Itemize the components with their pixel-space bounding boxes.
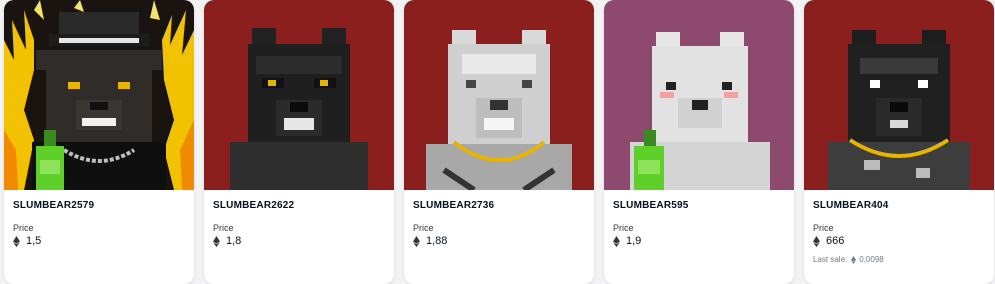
- nft-name: SLUMBEAR595: [613, 200, 689, 211]
- ethereum-icon: [813, 235, 820, 247]
- price-label: Price: [413, 223, 434, 233]
- last-sale: Last sale: 0,0098: [813, 255, 985, 264]
- nft-card-grid: SLUMBEAR2579 Price 1,5 SLUMBEAR2622 Pric…: [0, 0, 995, 284]
- nft-name: SLUMBEAR404: [813, 200, 889, 211]
- price-label: Price: [613, 223, 634, 233]
- price-label: Price: [13, 223, 34, 233]
- ethereum-icon: [413, 235, 420, 247]
- nft-image-slumbear2736[interactable]: [404, 0, 594, 190]
- ethereum-icon: [613, 235, 620, 247]
- nft-card-slumbear595[interactable]: SLUMBEAR595 Price 1,9: [604, 0, 794, 284]
- price-value: 1,8: [226, 235, 242, 247]
- nft-card-slumbear2579[interactable]: SLUMBEAR2579 Price 1,5: [4, 0, 194, 284]
- last-sale-value: 0,0098: [859, 255, 884, 264]
- nft-image-slumbear595[interactable]: [604, 0, 794, 190]
- price-label: Price: [213, 223, 234, 233]
- nft-image-slumbear2579[interactable]: [4, 0, 194, 190]
- nft-card-slumbear404[interactable]: SLUMBEAR404 Price 666 Last sale: 0,0098: [804, 0, 994, 284]
- price-value: 1,5: [26, 235, 42, 247]
- nft-name: SLUMBEAR2736: [413, 200, 495, 211]
- nft-name: SLUMBEAR2622: [213, 200, 295, 211]
- ethereum-icon: [213, 235, 220, 247]
- price-value: 1,88: [426, 235, 448, 247]
- ethereum-icon: [13, 235, 20, 247]
- ethereum-icon: [851, 255, 857, 264]
- price-value: 666: [826, 235, 845, 247]
- nft-image-slumbear2622[interactable]: [204, 0, 394, 190]
- nft-card-slumbear2622[interactable]: SLUMBEAR2622 Price 1,8: [204, 0, 394, 284]
- nft-image-slumbear404[interactable]: [804, 0, 994, 190]
- nft-card-slumbear2736[interactable]: SLUMBEAR2736 Price 1,88: [404, 0, 594, 284]
- price-label: Price: [813, 223, 834, 233]
- nft-name: SLUMBEAR2579: [13, 200, 95, 211]
- price-value: 1,9: [626, 235, 642, 247]
- last-sale-label: Last sale:: [813, 255, 848, 264]
